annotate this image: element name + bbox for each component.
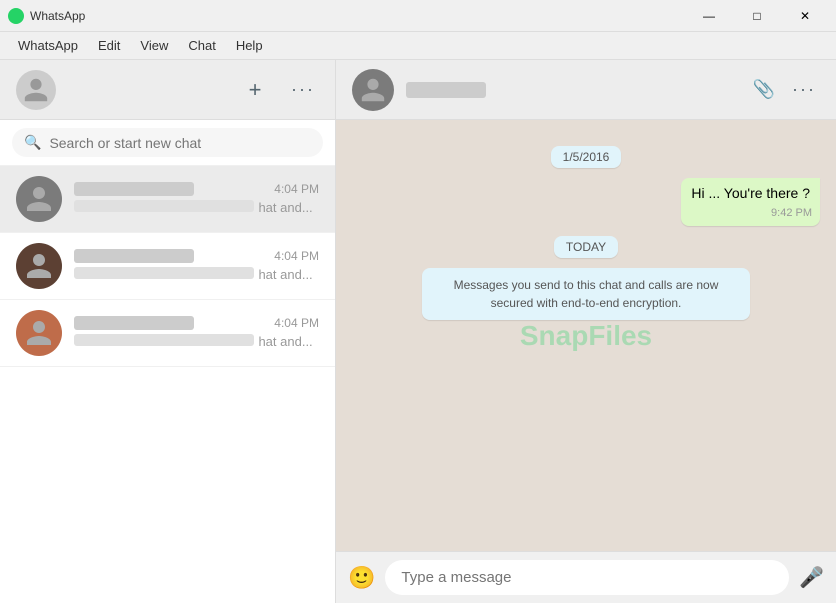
avatar-icon [24,251,54,281]
active-chat-avatar[interactable] [352,69,394,111]
message-input[interactable] [385,560,789,595]
today-divider: TODAY [352,236,820,258]
mic-button[interactable]: 🎤 [799,565,824,590]
left-header-actions: + ··· [239,74,319,106]
left-panel: + ··· 🔍 4:04 PM [0,60,336,603]
chat-time: 4:04 PM [274,182,319,196]
active-chat-name [406,82,486,98]
chat-avatar [16,176,62,222]
chat-top: 4:04 PM [74,316,319,330]
chat-avatar [16,310,62,356]
chat-header-actions: 📎 ··· [748,74,820,106]
system-message: Messages you send to this chat and calls… [352,268,820,320]
app-icon [8,8,24,24]
chat-name [74,249,194,263]
chat-header: 📎 ··· [336,60,836,120]
title-bar: WhatsApp — □ ✕ [0,0,836,32]
chat-preview-text: hat and... [258,267,312,282]
search-icon: 🔍 [24,134,41,151]
chat-preview: hat and... [74,263,319,284]
chat-list: 4:04 PM hat and... 4 [0,166,335,603]
menu-view[interactable]: View [130,34,178,57]
search-wrapper: 🔍 [12,128,323,157]
chat-name [74,182,194,196]
search-bar: 🔍 [0,120,335,166]
chat-preview-text: hat and... [258,200,312,215]
avatar-icon [24,318,54,348]
chat-item[interactable]: 4:04 PM hat and... [0,233,335,300]
right-panel: 📎 ··· SnapFiles 1/5/2016 Hi ... You're t… [336,60,836,603]
chat-preview-blurred [74,334,254,346]
chat-preview: hat and... [74,330,319,351]
maximize-button[interactable]: □ [734,0,780,32]
system-bubble: Messages you send to this chat and calls… [422,268,750,320]
search-input[interactable] [49,135,311,151]
chat-time: 4:04 PM [274,316,319,330]
chat-name [74,316,194,330]
chat-preview-blurred [74,200,254,212]
message-time: 9:42 PM [771,206,812,221]
main-layout: + ··· 🔍 4:04 PM [0,60,836,603]
message-bubble: Hi ... You're there ? 9:42 PM [681,178,820,226]
chat-info: 4:04 PM hat and... [74,182,319,217]
profile-icon [22,76,50,104]
chat-top: 4:04 PM [74,249,319,263]
title-bar-controls: — □ ✕ [686,0,828,32]
menu-whatsapp[interactable]: WhatsApp [8,34,88,57]
chat-time: 4:04 PM [274,249,319,263]
chat-info: 4:04 PM hat and... [74,316,319,351]
chat-preview: hat and... [74,196,319,217]
date-badge: 1/5/2016 [551,146,622,168]
date-divider: 1/5/2016 [352,146,820,168]
chat-preview-blurred [74,267,254,279]
menu-help[interactable]: Help [226,34,273,57]
menu-chat[interactable]: Chat [178,34,225,57]
chat-body: SnapFiles 1/5/2016 Hi ... You're there ?… [336,120,836,551]
chat-header-left [352,69,486,111]
new-chat-button[interactable]: + [239,74,271,106]
close-button[interactable]: ✕ [782,0,828,32]
title-bar-left: WhatsApp [8,8,85,24]
minimize-button[interactable]: — [686,0,732,32]
today-badge: TODAY [554,236,618,258]
chat-item[interactable]: 4:04 PM hat and... [0,166,335,233]
chat-avatar [16,243,62,289]
message-text: Hi ... You're there ? [691,185,810,201]
profile-avatar[interactable] [16,70,56,110]
left-header: + ··· [0,60,335,120]
watermark: SnapFiles [520,320,652,352]
chat-input-bar: 🙂 🎤 [336,551,836,603]
menu-edit[interactable]: Edit [88,34,130,57]
chat-item[interactable]: 4:04 PM hat and... [0,300,335,367]
chat-preview-text: hat and... [258,334,312,349]
app-title: WhatsApp [30,9,85,23]
chat-top: 4:04 PM [74,182,319,196]
avatar-icon [359,76,387,104]
avatar-icon [24,184,54,214]
attach-button[interactable]: 📎 [748,74,780,106]
chat-info: 4:04 PM hat and... [74,249,319,284]
more-options-button[interactable]: ··· [788,74,820,106]
menu-bar: WhatsApp Edit View Chat Help [0,32,836,60]
emoji-button[interactable]: 🙂 [348,565,375,591]
menu-more-button[interactable]: ··· [287,74,319,106]
message-row-sent: Hi ... You're there ? 9:42 PM [352,178,820,226]
